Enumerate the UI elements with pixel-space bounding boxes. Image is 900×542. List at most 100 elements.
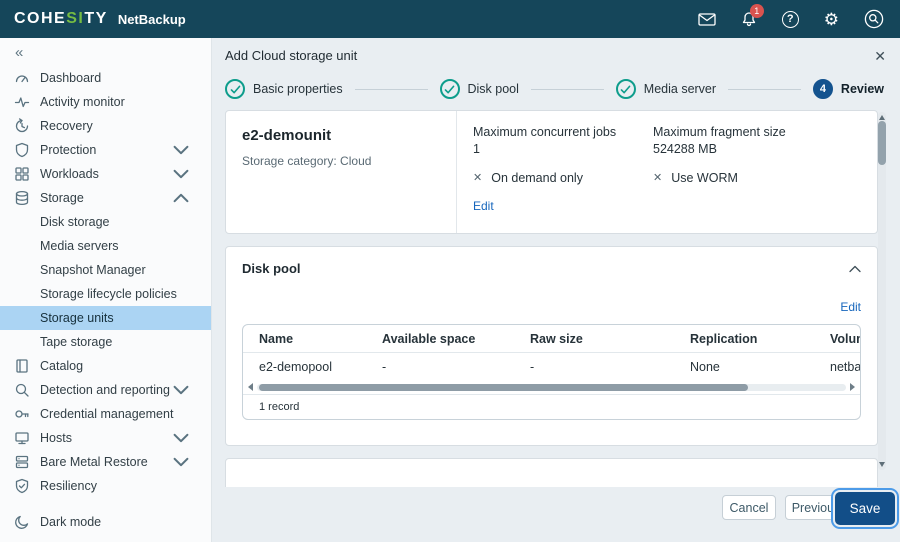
table-row[interactable]: e2-demopool - - None netbac bbox=[243, 353, 860, 380]
sidebar-subitem-label: Disk storage bbox=[40, 215, 109, 229]
topbar: COHESITY NetBackup 1 ? ⚙ bbox=[0, 0, 900, 38]
storage-category: Storage category: Cloud bbox=[242, 154, 440, 168]
logo-ty: TY bbox=[84, 10, 107, 27]
sidebar-collapse-button[interactable]: « bbox=[0, 38, 211, 66]
column-header-raw-size: Raw size bbox=[514, 332, 674, 346]
sidebar-subitem-tape-storage[interactable]: Tape storage bbox=[0, 330, 211, 354]
save-button[interactable]: Save bbox=[835, 492, 895, 525]
sidebar-item-recovery[interactable]: Recovery bbox=[0, 114, 211, 138]
step-media-server[interactable]: Media server bbox=[616, 79, 716, 99]
scroll-right-arrow-icon[interactable] bbox=[850, 383, 855, 391]
summary-edit-link[interactable]: Edit bbox=[473, 199, 494, 213]
sidebar-item-hosts[interactable]: Hosts bbox=[0, 426, 211, 450]
database-icon bbox=[14, 190, 30, 206]
sidebar-item-label: Detection and reporting bbox=[40, 383, 170, 397]
sidebar-subitem-media-servers[interactable]: Media servers bbox=[0, 234, 211, 258]
check-icon bbox=[620, 85, 631, 94]
disk-pool-header: Disk pool bbox=[242, 261, 861, 276]
column-header-volumes: Volumes bbox=[814, 332, 860, 346]
topbar-actions: 1 ? ⚙ bbox=[698, 9, 884, 29]
sidebar-item-storage[interactable]: Storage bbox=[0, 186, 211, 210]
sidebar-subitem-label: Storage units bbox=[40, 311, 114, 325]
notifications-icon[interactable]: 1 bbox=[741, 11, 757, 27]
check-icon bbox=[444, 85, 455, 94]
sidebar-subitem-snapshot-manager[interactable]: Snapshot Manager bbox=[0, 258, 211, 282]
dashboard-icon bbox=[14, 70, 30, 86]
chevron-up-icon bbox=[173, 190, 189, 206]
on-demand-row: ✕ On demand only bbox=[473, 171, 653, 185]
sidebar-item-label: Activity monitor bbox=[40, 95, 125, 109]
step-review[interactable]: 4 Review bbox=[813, 79, 884, 99]
cross-icon: ✕ bbox=[473, 173, 482, 184]
workloads-icon bbox=[14, 166, 30, 182]
sidebar-subitem-disk-storage[interactable]: Disk storage bbox=[0, 210, 211, 234]
sidebar-item-label: Storage bbox=[40, 191, 84, 205]
vertical-scrollbar[interactable] bbox=[878, 112, 886, 470]
disk-pool-edit-link[interactable]: Edit bbox=[840, 300, 861, 314]
recovery-icon bbox=[14, 118, 30, 134]
collapse-chevron-up-icon[interactable] bbox=[849, 265, 861, 273]
step-disk-pool[interactable]: Disk pool bbox=[440, 79, 519, 99]
close-icon[interactable]: ✕ bbox=[874, 49, 886, 63]
scroll-down-arrow-icon[interactable] bbox=[879, 462, 885, 470]
dark-mode-toggle[interactable]: Dark mode bbox=[14, 514, 101, 530]
disk-pool-table: Name Available space Raw size Replicatio… bbox=[242, 324, 861, 420]
step-connector bbox=[355, 89, 428, 90]
settings-gear-icon[interactable]: ⚙ bbox=[824, 11, 839, 28]
cancel-button[interactable]: Cancel bbox=[722, 495, 776, 520]
logo-cohe: COHE bbox=[14, 10, 66, 27]
summary-details: Maximum concurrent jobs 1 ✕ On demand on… bbox=[457, 111, 877, 233]
step-label: Basic properties bbox=[253, 82, 343, 96]
sidebar-item-dashboard[interactable]: Dashboard bbox=[0, 66, 211, 90]
main-panel: Add Cloud storage unit ✕ Basic propertie… bbox=[212, 38, 900, 542]
help-icon[interactable]: ? bbox=[782, 11, 799, 28]
sidebar-item-bare-metal-restore[interactable]: Bare Metal Restore bbox=[0, 450, 211, 474]
scroll-up-arrow-icon[interactable] bbox=[879, 112, 885, 120]
sidebar-subitem-label: Tape storage bbox=[40, 335, 112, 349]
step-basic-properties[interactable]: Basic properties bbox=[225, 79, 343, 99]
notification-badge: 1 bbox=[750, 4, 764, 18]
sidebar-item-workloads[interactable]: Workloads bbox=[0, 162, 211, 186]
help-glyph: ? bbox=[782, 11, 799, 28]
worm-label: Use WORM bbox=[671, 171, 738, 185]
scroll-left-arrow-icon[interactable] bbox=[248, 383, 253, 391]
horizontal-scroll-track[interactable] bbox=[257, 384, 846, 391]
cell-raw-size: - bbox=[514, 360, 674, 374]
column-header-name: Name bbox=[243, 332, 366, 346]
sidebar-subitem-label: Storage lifecycle policies bbox=[40, 287, 177, 301]
sidebar-subitem-storage-lifecycle-policies[interactable]: Storage lifecycle policies bbox=[0, 282, 211, 306]
shield-icon bbox=[14, 142, 30, 158]
disk-pool-title: Disk pool bbox=[242, 261, 301, 276]
shield-check-icon bbox=[14, 478, 30, 494]
chevron-down-icon bbox=[173, 454, 189, 470]
vertical-scroll-thumb[interactable] bbox=[878, 121, 886, 165]
sidebar-item-catalog[interactable]: Catalog bbox=[0, 354, 211, 378]
moon-icon bbox=[14, 514, 30, 530]
chevron-down-icon bbox=[173, 142, 189, 158]
step-label: Review bbox=[841, 82, 884, 96]
search-icon[interactable] bbox=[864, 9, 884, 29]
sidebar: « Dashboard Activity monitor Recovery Pr… bbox=[0, 38, 212, 542]
sidebar-item-label: Catalog bbox=[40, 359, 83, 373]
record-count: 1 record bbox=[243, 394, 860, 419]
step-label: Disk pool bbox=[468, 82, 519, 96]
step-check-circle bbox=[225, 79, 245, 99]
sidebar-item-detection-and-reporting[interactable]: Detection and reporting bbox=[0, 378, 211, 402]
sidebar-item-resiliency[interactable]: Resiliency bbox=[0, 474, 211, 498]
sidebar-item-protection[interactable]: Protection bbox=[0, 138, 211, 162]
step-connector bbox=[531, 89, 604, 90]
app-root: COHESITY NetBackup 1 ? ⚙ « Dashboard bbox=[0, 0, 900, 542]
next-section-card bbox=[225, 458, 878, 487]
server-icon bbox=[14, 454, 30, 470]
sidebar-subitem-label: Snapshot Manager bbox=[40, 263, 146, 277]
max-jobs-label: Maximum concurrent jobs bbox=[473, 125, 653, 139]
messages-icon[interactable] bbox=[698, 12, 716, 27]
summary-identity: e2-demounit Storage category: Cloud bbox=[226, 111, 457, 233]
horizontal-scroll-thumb[interactable] bbox=[259, 384, 748, 391]
logo-si: SI bbox=[66, 10, 84, 27]
table-header-row: Name Available space Raw size Replicatio… bbox=[243, 325, 860, 353]
sidebar-item-activity-monitor[interactable]: Activity monitor bbox=[0, 90, 211, 114]
sidebar-item-credential-management[interactable]: Credential management bbox=[0, 402, 211, 426]
sidebar-subitem-storage-units[interactable]: Storage units bbox=[0, 306, 211, 330]
monitor-icon bbox=[14, 430, 30, 446]
